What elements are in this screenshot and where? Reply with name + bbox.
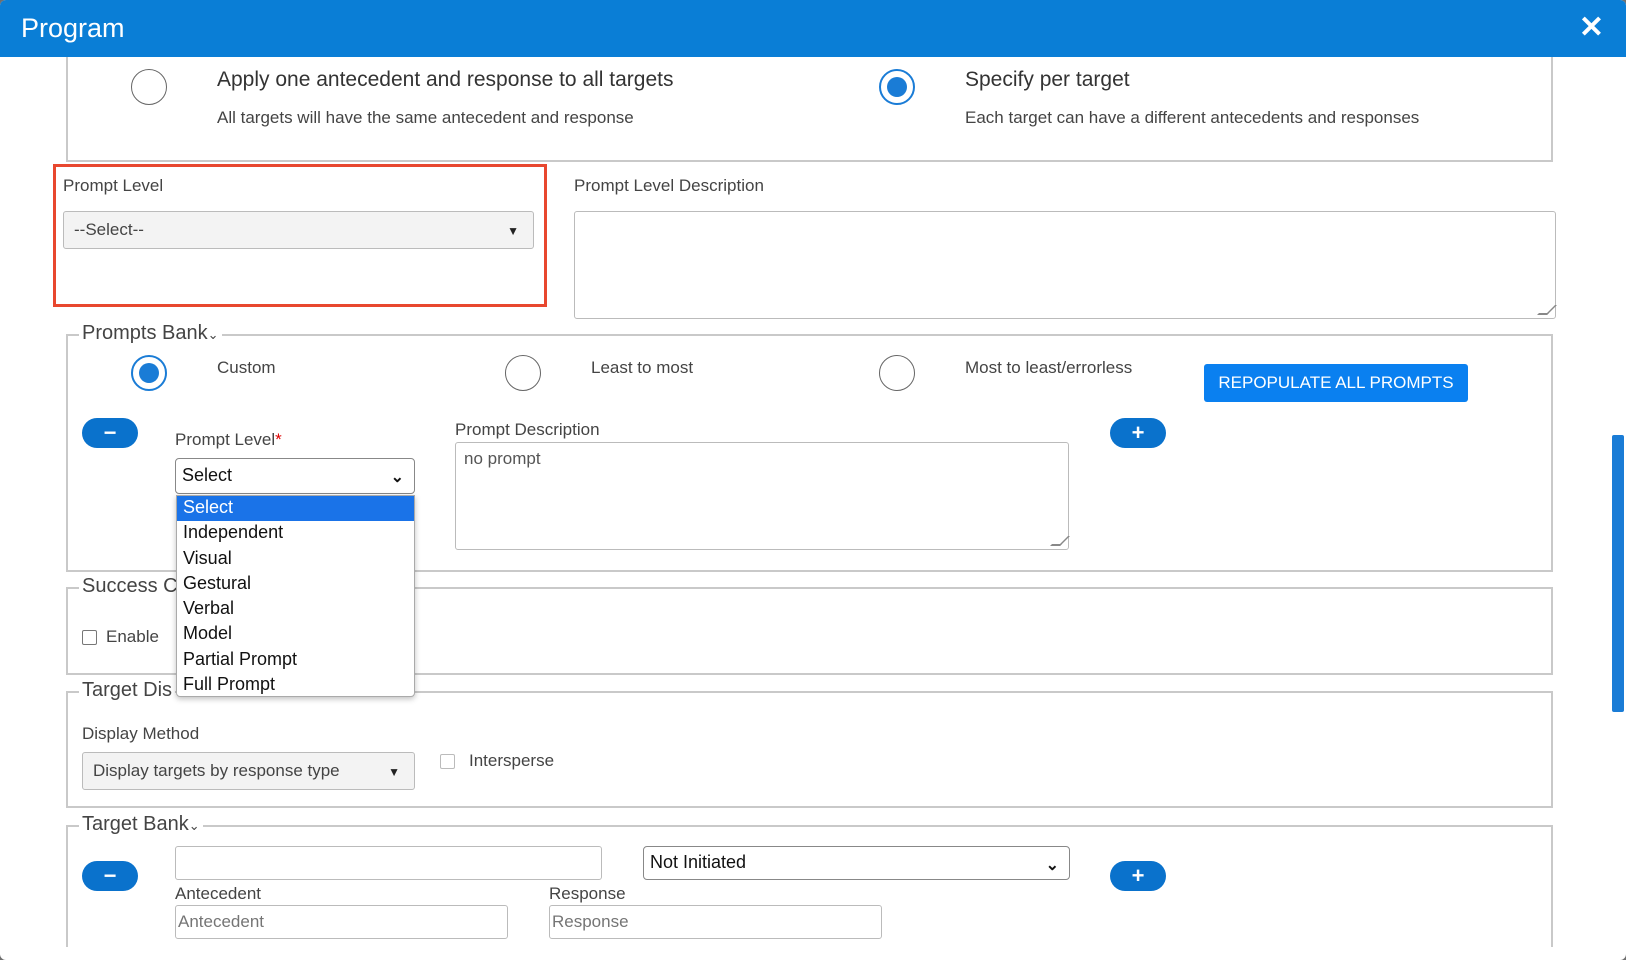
- minus-icon: −: [103, 420, 117, 445]
- target-status-value: Not Initiated: [650, 852, 747, 872]
- plus-icon: +: [1131, 863, 1145, 888]
- radio-most-to-least[interactable]: [879, 355, 915, 391]
- display-method-label: Display Method: [82, 724, 200, 743]
- dropdown-option-visual[interactable]: Visual: [177, 547, 414, 572]
- remove-prompt-button[interactable]: −: [82, 418, 138, 448]
- close-icon[interactable]: ✕: [1579, 13, 1604, 43]
- chevron-down-icon: ⌄: [390, 469, 404, 486]
- add-target-button[interactable]: +: [1110, 861, 1166, 891]
- prompt-row-level-value: Select: [182, 465, 233, 485]
- display-method-select[interactable]: Display targets by response type ▼: [82, 752, 415, 790]
- antecedent-label: Antecedent: [175, 884, 262, 903]
- prompt-level-description-field[interactable]: [574, 211, 1557, 319]
- vertical-scrollbar[interactable]: [1604, 57, 1626, 947]
- response-input[interactable]: [549, 905, 882, 939]
- dropdown-option-full-prompt[interactable]: Full Prompt: [177, 673, 414, 698]
- repopulate-all-prompts-button[interactable]: REPOPULATE ALL PROMPTS: [1204, 364, 1468, 402]
- dropdown-option-select[interactable]: Select: [177, 496, 414, 522]
- radio-least-to-most[interactable]: [505, 355, 541, 391]
- radio-apply-all[interactable]: [131, 69, 167, 105]
- option-specify-title: Specify per target: [965, 68, 1130, 91]
- prompt-row-level-label: Prompt Level*: [175, 430, 282, 449]
- caret-down-icon: ▼: [388, 765, 400, 779]
- prompts-bank-legend[interactable]: Prompts Bank⌄: [79, 322, 222, 345]
- radio-least-to-most-label: Least to most: [591, 358, 694, 377]
- plus-icon: +: [1131, 420, 1145, 445]
- chevron-down-icon: ⌄: [207, 327, 219, 342]
- dialog-titlebar: Program ✕: [0, 0, 1626, 57]
- radio-specify-per-target[interactable]: [879, 69, 915, 105]
- dropdown-option-independent[interactable]: Independent: [177, 521, 414, 546]
- target-status-select[interactable]: Not Initiated ⌄: [643, 846, 1070, 880]
- minus-icon: −: [103, 863, 117, 888]
- dropdown-option-model[interactable]: Model: [177, 622, 414, 647]
- prompt-level-dropdown-list: Select Independent Visual Gestural Verba…: [176, 495, 415, 697]
- antecedent-input[interactable]: [175, 905, 508, 939]
- target-bank-legend[interactable]: Target Bank⌄: [79, 813, 203, 836]
- prompt-row-level-select[interactable]: Select ⌄: [175, 458, 415, 494]
- remove-target-button[interactable]: −: [82, 861, 138, 891]
- resize-handle-icon[interactable]: [1050, 536, 1070, 546]
- radio-most-to-least-label: Most to least/errorless: [965, 358, 1133, 377]
- intersperse-label: Intersperse: [469, 751, 555, 770]
- option-apply-all-desc: All targets will have the same anteceden…: [217, 108, 634, 127]
- target-display-fieldset: [66, 691, 1553, 808]
- prompt-description-label: Prompt Description: [455, 420, 600, 439]
- radio-custom-label: Custom: [217, 358, 276, 377]
- prompt-description-value: no prompt: [464, 449, 541, 468]
- intersperse-checkbox[interactable]: [440, 754, 455, 769]
- enable-checkbox[interactable]: [82, 630, 97, 645]
- dialog-title: Program: [21, 13, 125, 43]
- target-name-input[interactable]: [175, 846, 602, 880]
- add-prompt-button[interactable]: +: [1110, 418, 1166, 448]
- display-method-value: Display targets by response type: [93, 761, 340, 780]
- response-label: Response: [549, 884, 626, 903]
- resize-handle-icon[interactable]: [1537, 305, 1557, 315]
- enable-label: Enable: [106, 627, 159, 646]
- scrollbar-thumb[interactable]: [1612, 435, 1624, 712]
- chevron-down-icon: ⌄: [1045, 857, 1059, 874]
- option-specify-desc: Each target can have a different anteced…: [965, 108, 1420, 127]
- prompt-level-description-label: Prompt Level Description: [574, 176, 764, 195]
- target-display-legend[interactable]: Target Dis: [79, 679, 176, 702]
- prompt-level-highlight: [53, 164, 547, 307]
- radio-custom[interactable]: [131, 355, 167, 391]
- prompt-description-field[interactable]: no prompt: [455, 442, 1070, 550]
- success-criteria-legend[interactable]: Success C: [79, 575, 181, 598]
- program-dialog: Program ✕ Apply one antecedent and respo…: [0, 0, 1626, 960]
- dropdown-option-verbal[interactable]: Verbal: [177, 597, 414, 622]
- option-apply-all-title: Apply one antecedent and response to all…: [217, 68, 674, 91]
- chevron-down-icon: ⌄: [188, 818, 200, 833]
- dropdown-option-gestural[interactable]: Gestural: [177, 572, 414, 597]
- dropdown-option-partial-prompt[interactable]: Partial Prompt: [177, 648, 414, 673]
